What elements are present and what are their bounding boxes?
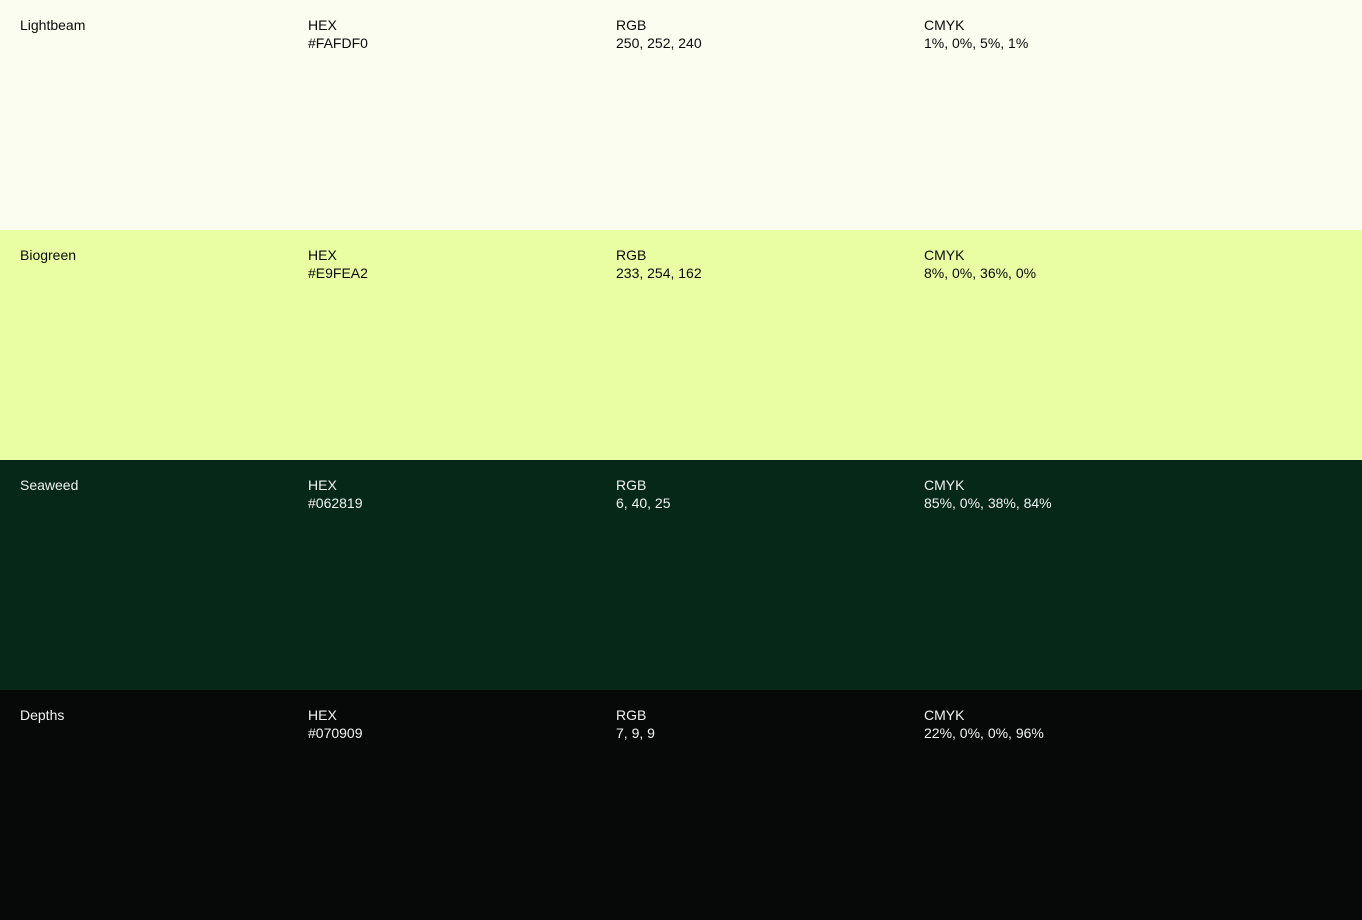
hex-label: HEX [308,17,337,33]
hex-column: HEX #070909 [308,706,363,742]
hex-column: HEX #E9FEA2 [308,246,368,282]
cmyk-label: CMYK [924,17,965,33]
rgb-column: RGB 233, 254, 162 [616,246,702,282]
cmyk-label: CMYK [924,707,965,723]
hex-value: #E9FEA2 [308,265,368,281]
cmyk-value: 1%, 0%, 5%, 1% [924,35,1029,51]
swatch-seaweed: Seaweed HEX #062819 RGB 6, 40, 25 CMYK 8… [0,460,1362,690]
hex-value: #062819 [308,495,363,511]
rgb-column: RGB 7, 9, 9 [616,706,655,742]
swatch-name: Depths [20,707,65,723]
rgb-label: RGB [616,707,647,723]
cmyk-column: CMYK 22%, 0%, 0%, 96% [924,706,1044,742]
cmyk-column: CMYK 8%, 0%, 36%, 0% [924,246,1036,282]
cmyk-label: CMYK [924,477,965,493]
color-palette: Lightbeam HEX #FAFDF0 RGB 250, 252, 240 … [0,0,1362,920]
hex-label: HEX [308,247,337,263]
hex-value: #FAFDF0 [308,35,368,51]
swatch-biogreen: Biogreen HEX #E9FEA2 RGB 233, 254, 162 C… [0,230,1362,460]
rgb-value: 233, 254, 162 [616,265,702,281]
swatch-name: Biogreen [20,247,77,263]
hex-column: HEX #062819 [308,476,363,512]
cmyk-column: CMYK 1%, 0%, 5%, 1% [924,16,1028,52]
hex-label: HEX [308,707,337,723]
swatch-name: Lightbeam [20,17,86,33]
rgb-value: 6, 40, 25 [616,495,671,511]
cmyk-value: 22%, 0%, 0%, 96% [924,725,1044,741]
rgb-label: RGB [616,17,647,33]
rgb-value: 7, 9, 9 [616,725,655,741]
cmyk-value: 8%, 0%, 36%, 0% [924,265,1037,281]
hex-column: HEX #FAFDF0 [308,16,368,52]
rgb-column: RGB 6, 40, 25 [616,476,671,512]
cmyk-value: 85%, 0%, 38%, 84% [924,495,1052,511]
rgb-value: 250, 252, 240 [616,35,702,51]
cmyk-label: CMYK [924,247,965,263]
hex-value: #070909 [308,725,363,741]
swatch-depths: Depths HEX #070909 RGB 7, 9, 9 CMYK 22%,… [0,690,1362,920]
hex-label: HEX [308,477,337,493]
rgb-label: RGB [616,247,647,263]
cmyk-column: CMYK 85%, 0%, 38%, 84% [924,476,1052,512]
rgb-label: RGB [616,477,647,493]
rgb-column: RGB 250, 252, 240 [616,16,702,52]
swatch-name: Seaweed [20,477,79,493]
swatch-lightbeam: Lightbeam HEX #FAFDF0 RGB 250, 252, 240 … [0,0,1362,230]
